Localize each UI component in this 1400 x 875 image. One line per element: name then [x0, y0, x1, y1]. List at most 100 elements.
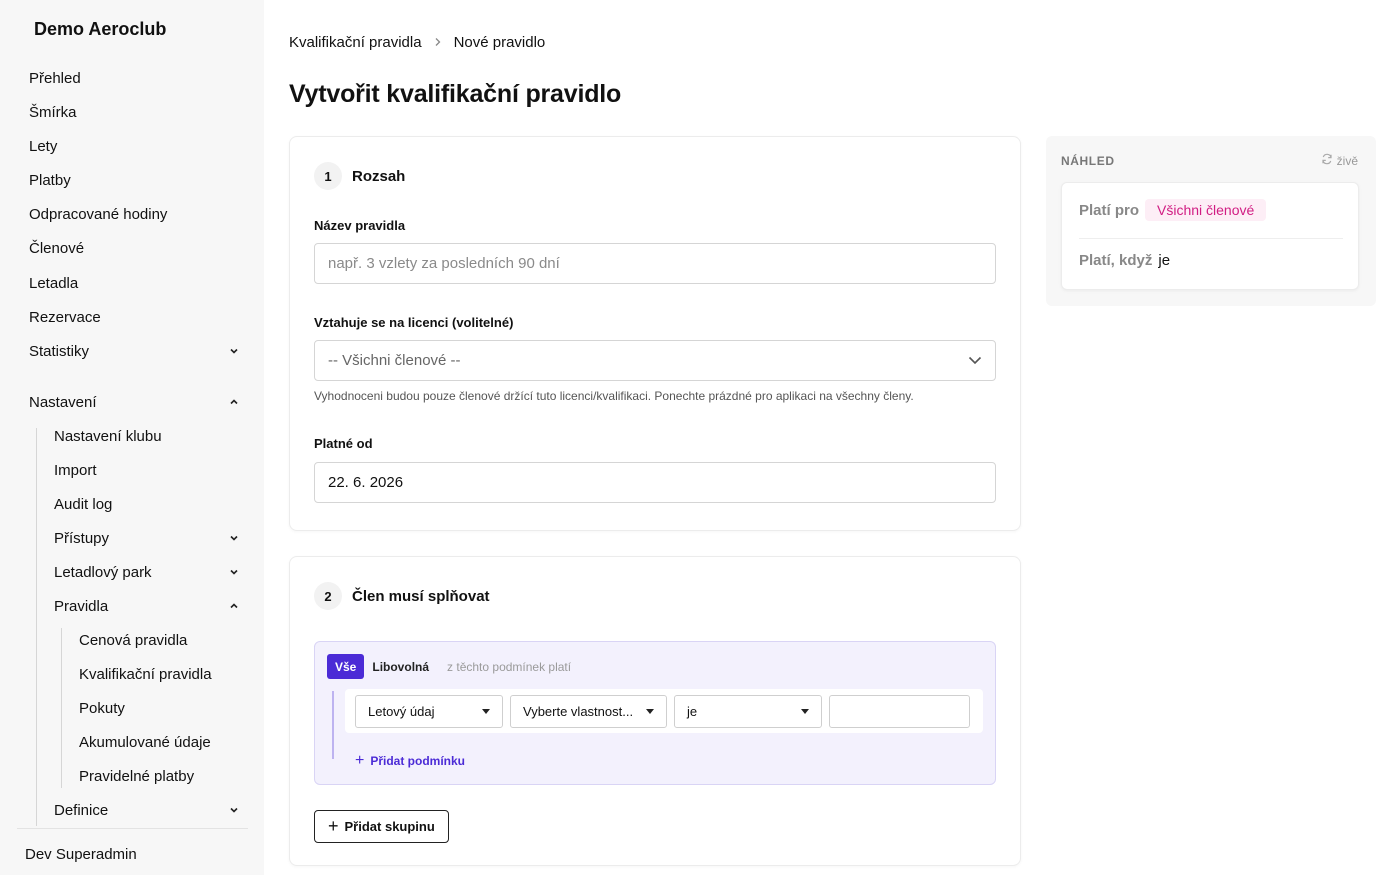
- sidebar-item-nastaveni-klubu[interactable]: Nastavení klubu: [54, 424, 239, 448]
- preview-applies-to: Platí pro Všichni členové: [1079, 199, 1267, 221]
- sidebar-item-letadlovy-park[interactable]: Letadlový park: [54, 560, 239, 584]
- sidebar-item-statistiky[interactable]: Statistiky: [29, 339, 239, 363]
- preview-title: NÁHLED: [1061, 154, 1115, 168]
- sidebar-item-label: Letadlový park: [54, 563, 152, 581]
- sidebar-item-audit-log[interactable]: Audit log: [54, 492, 239, 516]
- sidebar-item-label: Statistiky: [29, 342, 90, 360]
- plus-icon: +: [355, 752, 365, 769]
- add-group-button[interactable]: + Přidat skupinu: [314, 810, 449, 843]
- sidebar-item-pravidla[interactable]: Pravidla: [54, 594, 239, 618]
- condition-property-select[interactable]: Vyberte vlastnost...: [510, 695, 667, 728]
- step-title: Rozsah: [352, 167, 406, 185]
- add-condition-label: Přidat podmínku: [370, 754, 466, 768]
- condition-property-value: Vyberte vlastnost...: [523, 704, 634, 719]
- chevron-down-icon: [229, 567, 239, 577]
- current-user[interactable]: Dev Superadmin: [25, 846, 137, 863]
- preview-panel: NÁHLED živě Platí pro Všichni členové Pl…: [1046, 136, 1376, 306]
- sidebar-item-nastaveni[interactable]: Nastavení: [29, 390, 239, 414]
- sidebar-item-label: Rezervace: [29, 308, 101, 326]
- sidebar-item-kvalifikacni-pravidla[interactable]: Kvalifikační pravidla: [79, 662, 239, 686]
- preview-applies-to-badge: Všichni členové: [1145, 199, 1267, 221]
- license-label: Vztahuje se na licenci (volitelné): [314, 315, 514, 330]
- caret-down-icon: [646, 709, 654, 714]
- sidebar-item-definice[interactable]: Definice: [54, 798, 239, 822]
- match-all-button[interactable]: Vše: [327, 654, 365, 679]
- valid-from-field[interactable]: 22. 6. 2026: [314, 462, 996, 503]
- sidebar-item-label: Nastavení: [29, 393, 97, 411]
- sidebar-item-letadla[interactable]: Letadla: [29, 271, 239, 295]
- condition-operator-select[interactable]: je: [674, 695, 822, 728]
- condition-source-select[interactable]: Letový údaj: [355, 695, 503, 728]
- sidebar-item-clenove[interactable]: Členové: [29, 236, 239, 260]
- chevron-down-icon: [229, 805, 239, 815]
- conditions-step-header: 2 Člen musí splňovat: [314, 582, 490, 610]
- add-condition-button[interactable]: + Přidat podmínku: [355, 752, 465, 770]
- sidebar-item-cenova-pravidla[interactable]: Cenová pravidla: [79, 628, 239, 652]
- preview-divider: [1079, 238, 1343, 239]
- step-number: 1: [314, 162, 342, 190]
- step-number: 2: [314, 582, 342, 610]
- breadcrumb-current: Nové pravidlo: [453, 34, 546, 51]
- sidebar-item-label: Pravidelné platby: [79, 767, 195, 785]
- sidebar-item-pravidelne-platby[interactable]: Pravidelné platby: [79, 764, 239, 788]
- sidebar-item-odpracovane-hodiny[interactable]: Odpracované hodiny: [29, 202, 239, 226]
- sidebar-item-label: Definice: [54, 801, 109, 819]
- preview-applies-when: Platí, když je: [1079, 252, 1170, 269]
- group-indent-bar: [332, 691, 334, 759]
- sidebar-item-import[interactable]: Import: [54, 458, 239, 482]
- sidebar-item-label: Platby: [29, 171, 71, 189]
- sidebar-item-prehled[interactable]: Přehled: [29, 66, 239, 90]
- sidebar-item-platby[interactable]: Platby: [29, 168, 239, 192]
- chevron-up-icon: [229, 397, 239, 407]
- license-select[interactable]: -- Všichni členové --: [314, 340, 996, 381]
- match-any-button[interactable]: Libovolná: [364, 654, 437, 679]
- match-mode-toggle: Vše Libovolná z těchto podmínek platí: [327, 654, 571, 679]
- chevron-down-icon: [229, 533, 239, 543]
- sidebar-item-rezervace[interactable]: Rezervace: [29, 305, 239, 329]
- sidebar-item-label: Přístupy: [54, 529, 110, 547]
- chevron-down-icon: [968, 352, 982, 369]
- tree-line: [61, 628, 62, 788]
- condition-group: Vše Libovolná z těchto podmínek platí Le…: [314, 641, 996, 785]
- sidebar-item-label: Pravidla: [54, 597, 109, 615]
- sidebar-item-lety[interactable]: Lety: [29, 134, 239, 158]
- sidebar-item-label: Pokuty: [79, 699, 125, 717]
- brand-title: Demo Aeroclub: [34, 19, 167, 39]
- scope-step-header: 1 Rozsah: [314, 162, 405, 190]
- sidebar-item-label: Lety: [29, 137, 58, 155]
- valid-from-value: 22. 6. 2026: [328, 474, 404, 491]
- add-group-label: Přidat skupinu: [344, 819, 435, 834]
- rule-name-input[interactable]: [328, 255, 982, 272]
- preview-applies-to-label: Platí pro: [1079, 201, 1140, 219]
- app: Demo Aeroclub Přehled Šmírka Lety Platby…: [0, 0, 1400, 875]
- sidebar-item-label: Odpracované hodiny: [29, 205, 168, 223]
- sidebar-item-pristupy[interactable]: Přístupy: [54, 526, 239, 550]
- sidebar-item-label: Členové: [29, 239, 85, 257]
- sidebar-divider: [17, 828, 248, 829]
- sidebar-item-label: Šmírka: [29, 103, 77, 121]
- valid-from-label: Platné od: [314, 436, 373, 451]
- sidebar-item-label: Letadla: [29, 274, 79, 292]
- step-title: Člen musí splňovat: [352, 587, 490, 605]
- condition-source-value: Letový údaj: [368, 704, 435, 719]
- sidebar-item-label: Přehled: [29, 69, 81, 87]
- rule-name-field[interactable]: [314, 243, 996, 284]
- preview-live-label: živě: [1336, 153, 1358, 168]
- license-hint: Vyhodnoceni budou pouze členové držící t…: [314, 389, 914, 403]
- sidebar-item-pokuty[interactable]: Pokuty: [79, 696, 239, 720]
- sidebar-item-akumulovane-udaje[interactable]: Akumulované údaje: [79, 730, 239, 754]
- preview-applies-when-value: je: [1158, 252, 1171, 269]
- page-title: Vytvořit kvalifikační pravidlo: [289, 80, 622, 108]
- breadcrumb-parent-link[interactable]: Kvalifikační pravidla: [289, 34, 422, 51]
- condition-value-input[interactable]: [829, 695, 970, 728]
- license-select-value: -- Všichni členové --: [328, 352, 461, 369]
- sidebar-item-label: Akumulované údaje: [79, 733, 211, 751]
- caret-down-icon: [801, 709, 809, 714]
- conditions-card: 2 Člen musí splňovat Vše Libovolná z těc…: [289, 556, 1021, 866]
- condition-operator-value: je: [687, 704, 698, 719]
- condition-row: Letový údaj Vyberte vlastnost... je: [345, 689, 983, 733]
- plus-icon: +: [328, 816, 339, 836]
- preview-card: Platí pro Všichni členové Platí, když je: [1061, 182, 1359, 290]
- main-content: Kvalifikační pravidla Nové pravidlo Vytv…: [264, 0, 1400, 875]
- sidebar-item-smirka[interactable]: Šmírka: [29, 100, 239, 124]
